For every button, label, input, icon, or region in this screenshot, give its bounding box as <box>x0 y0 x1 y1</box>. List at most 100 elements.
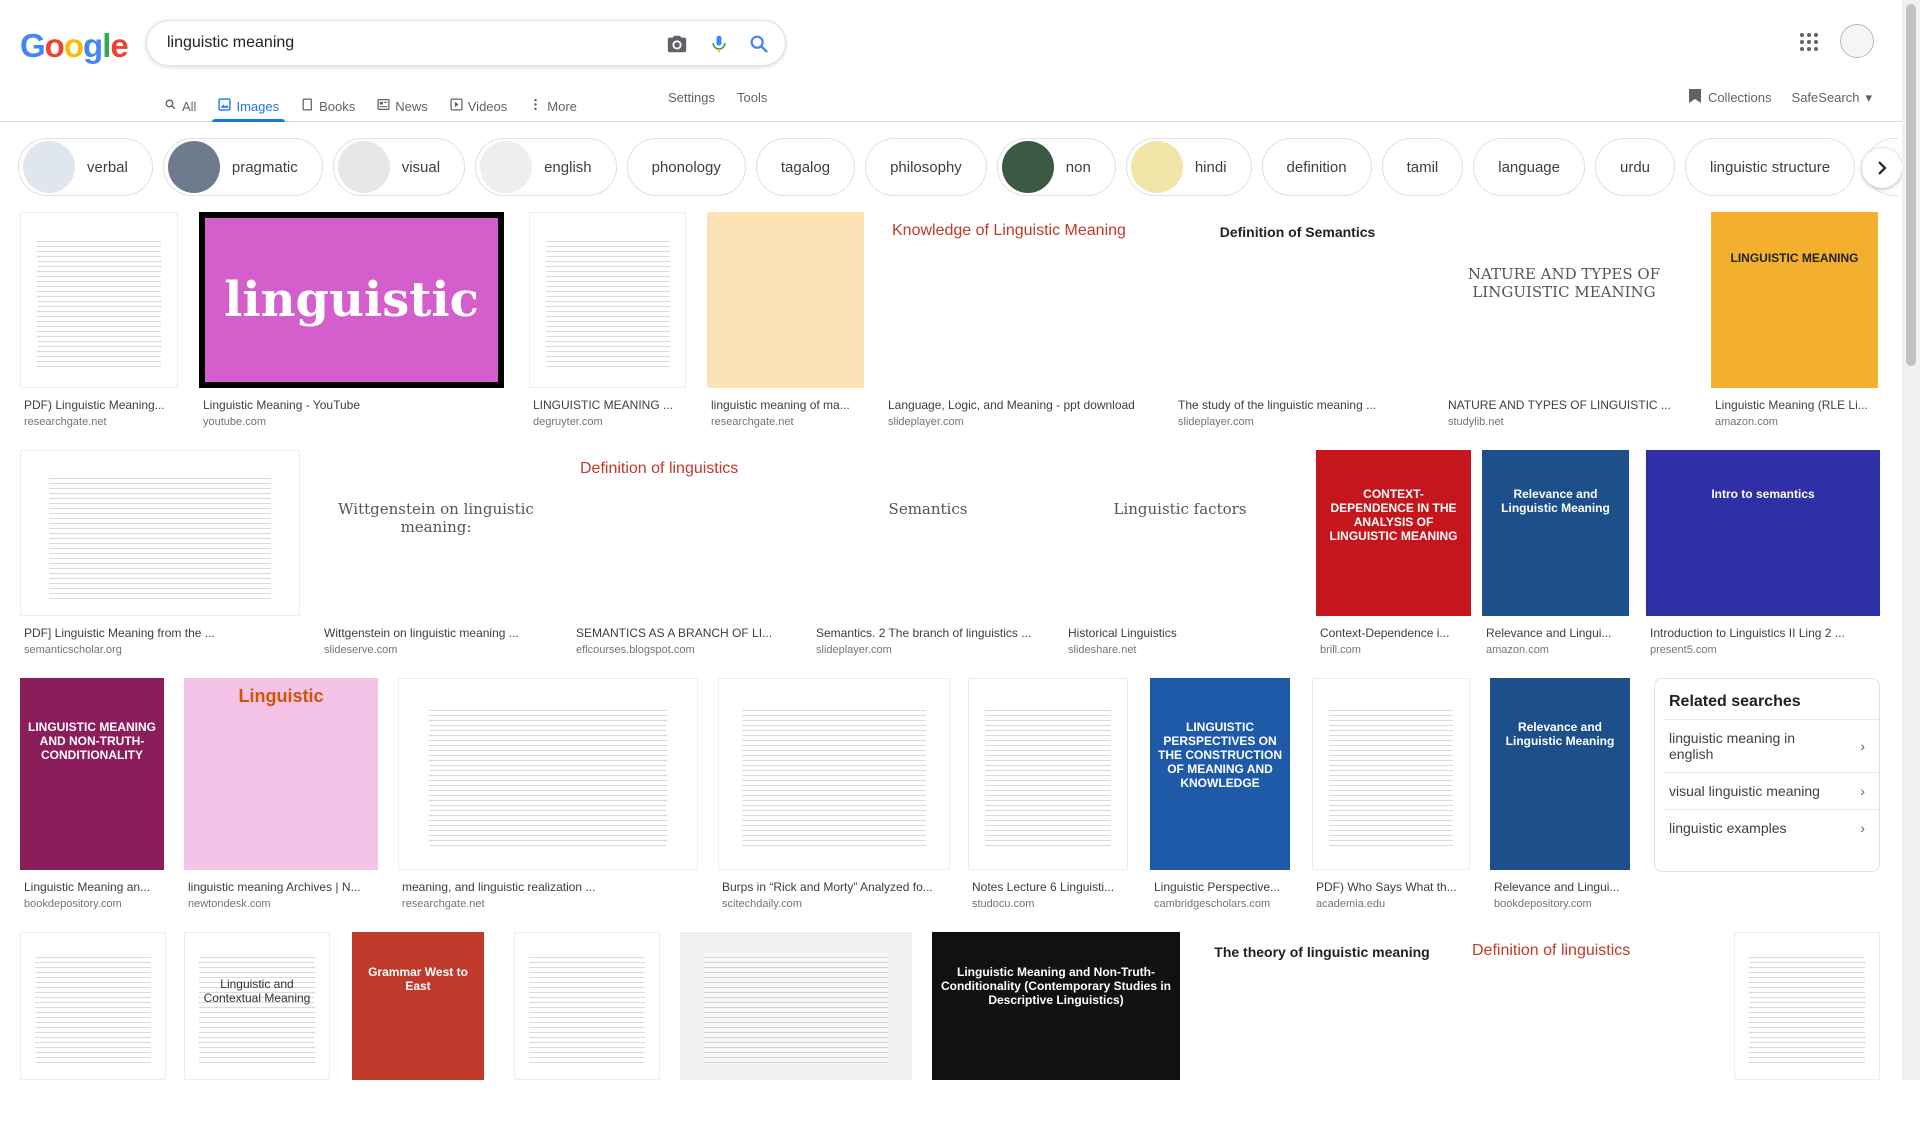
image-result[interactable]: The theory of linguistic meaning <box>1198 932 1446 1124</box>
result-thumbnail[interactable]: Linguistic <box>184 678 378 870</box>
scrollbar-thumb[interactable] <box>1906 4 1916 366</box>
apps-grid-icon[interactable] <box>1797 30 1821 54</box>
result-thumbnail[interactable] <box>529 212 686 388</box>
image-result[interactable]: Knowledge of Linguistic Meaning Language,… <box>884 212 1154 432</box>
result-thumbnail[interactable]: Relevance and Linguistic Meaning <box>1482 450 1629 616</box>
image-result[interactable]: LINGUISTIC MEANING Linguistic Meaning (RL… <box>1711 212 1878 432</box>
result-source[interactable]: researchgate.net <box>711 416 794 428</box>
chip-non[interactable]: non <box>996 138 1116 196</box>
safesearch-button[interactable]: SafeSearch ▾ <box>1792 88 1872 107</box>
result-thumbnail[interactable]: Relevance and Linguistic Meaning <box>1490 678 1630 870</box>
chip-language[interactable]: language <box>1473 138 1585 196</box>
result-thumbnail[interactable]: Linguistic and Contextual Meaning <box>184 932 330 1080</box>
result-title[interactable]: Linguistic Perspective... <box>1154 880 1290 894</box>
image-result[interactable]: Definition of linguistics <box>1464 932 1712 1124</box>
result-thumbnail[interactable]: LINGUISTIC MEANING <box>1711 212 1878 388</box>
result-title[interactable]: PDF) Linguistic Meaning... <box>24 398 178 412</box>
collections-button[interactable]: Collections <box>1688 88 1772 107</box>
result-source[interactable]: slideshare.net <box>1068 644 1137 656</box>
result-source[interactable]: bookdepository.com <box>24 898 122 910</box>
result-title[interactable]: Language, Logic, and Meaning - ppt downl… <box>888 398 1154 412</box>
result-source[interactable]: slideplayer.com <box>816 644 892 656</box>
result-title[interactable]: PDF] Linguistic Meaning from the ... <box>24 626 300 640</box>
image-result[interactable]: Definition of linguistics SEMANTICS AS A … <box>572 450 792 660</box>
result-thumbnail[interactable] <box>707 212 864 388</box>
result-thumbnail[interactable]: Definition of Semantics <box>1174 212 1421 388</box>
result-thumbnail[interactable]: Semantics <box>812 450 1044 616</box>
result-source[interactable]: cambridgescholars.com <box>1154 898 1270 910</box>
result-title[interactable]: Linguistic Meaning - YouTube <box>203 398 504 412</box>
result-thumbnail[interactable]: LINGUISTIC MEANING AND NON-TRUTH-CONDITI… <box>20 678 164 870</box>
result-source[interactable]: youtube.com <box>203 416 266 428</box>
chevron-right-icon[interactable] <box>1862 148 1902 188</box>
image-result[interactable]: Linguistic Meaning and Non-Truth-Conditi… <box>932 932 1180 1124</box>
account-avatar[interactable] <box>1840 24 1874 58</box>
result-title[interactable]: Historical Linguistics <box>1068 626 1296 640</box>
image-result[interactable]: CONTEXT-DEPENDENCE IN THE ANALYSIS OF LI… <box>1316 450 1471 660</box>
result-source[interactable]: amazon.com <box>1715 416 1778 428</box>
settings-link[interactable]: Settings <box>668 90 715 105</box>
chip-linguistic-structure[interactable]: linguistic structure <box>1685 138 1856 196</box>
chip-visual[interactable]: visual <box>332 138 466 196</box>
result-source[interactable]: bookdepository.com <box>1494 898 1592 910</box>
result-thumbnail[interactable]: Linguistic Meaning and Non-Truth-Conditi… <box>932 932 1180 1080</box>
result-title[interactable]: Burps in “Rick and Morty” Analyzed fo... <box>722 880 950 894</box>
result-source[interactable]: slideplayer.com <box>888 416 964 428</box>
chip-philosophy[interactable]: philosophy <box>865 138 987 196</box>
chip-english[interactable]: english <box>475 138 617 196</box>
result-title[interactable]: Introduction to Linguistics II Ling 2 ..… <box>1650 626 1880 640</box>
image-result[interactable] <box>514 932 660 1124</box>
image-result[interactable]: NATURE AND TYPES OF LINGUISTIC MEANING NA… <box>1444 212 1684 432</box>
image-result[interactable]: PDF) Linguistic Meaning... researchgate.n… <box>20 212 178 432</box>
chip-hindi[interactable]: hindi <box>1125 138 1252 196</box>
result-thumbnail[interactable] <box>398 678 698 870</box>
tab-all[interactable]: All <box>164 88 196 122</box>
result-source[interactable]: slideplayer.com <box>1178 416 1254 428</box>
result-thumbnail[interactable] <box>514 932 660 1080</box>
camera-icon[interactable] <box>665 32 689 56</box>
result-title[interactable]: linguistic meaning of ma... <box>711 398 864 412</box>
result-title[interactable]: Context-Dependence i... <box>1320 626 1471 640</box>
related-search-item[interactable]: linguistic meaning in english › <box>1663 719 1879 772</box>
result-thumbnail[interactable]: Definition of linguistics <box>572 450 792 616</box>
image-result[interactable]: Linguistic factors Historical Linguistics… <box>1064 450 1296 660</box>
result-title[interactable]: Linguistic Meaning an... <box>24 880 164 894</box>
chip-verbal[interactable]: verbal <box>18 138 153 196</box>
image-result[interactable]: Burps in “Rick and Morty” Analyzed fo...… <box>718 678 950 914</box>
scrollbar[interactable] <box>1902 0 1920 1080</box>
result-title[interactable]: Notes Lecture 6 Linguisti... <box>972 880 1128 894</box>
result-thumbnail[interactable]: Grammar West to East <box>352 932 484 1080</box>
result-title[interactable]: Relevance and Lingui... <box>1494 880 1630 894</box>
chip-tagalog[interactable]: tagalog <box>755 138 856 196</box>
result-source[interactable]: researchgate.net <box>24 416 107 428</box>
result-source[interactable]: degruyter.com <box>533 416 603 428</box>
result-thumbnail[interactable] <box>1734 932 1880 1080</box>
search-input[interactable] <box>167 31 647 55</box>
image-result[interactable]: PDF) Who Says What th... academia.edu <box>1312 678 1470 914</box>
image-result[interactable]: linguistic meaning of ma... researchgate.… <box>707 212 864 432</box>
microphone-icon[interactable] <box>707 32 731 56</box>
image-result[interactable]: PDF] Linguistic Meaning from the ... sema… <box>20 450 300 660</box>
result-thumbnail[interactable] <box>680 932 912 1080</box>
tab-images[interactable]: Images <box>212 88 285 122</box>
result-title[interactable]: PDF) Who Says What th... <box>1316 880 1470 894</box>
result-thumbnail[interactable]: Knowledge of Linguistic Meaning <box>884 212 1154 388</box>
image-result[interactable]: LINGUISTIC MEANING AND NON-TRUTH-CONDITI… <box>20 678 164 914</box>
result-source[interactable]: semanticscholar.org <box>24 644 122 656</box>
result-source[interactable]: studylib.net <box>1448 416 1504 428</box>
result-thumbnail[interactable] <box>718 678 950 870</box>
result-thumbnail[interactable]: Definition of linguistics <box>1464 932 1712 1080</box>
related-search-item[interactable]: linguistic examples › <box>1663 809 1879 846</box>
image-result[interactable]: Linguistic linguistic meaning Archives | … <box>184 678 378 914</box>
result-title[interactable]: linguistic meaning Archives | N... <box>188 880 378 894</box>
image-result[interactable]: Definition of Semantics The study of the … <box>1174 212 1421 432</box>
result-thumbnail[interactable]: Intro to semantics <box>1646 450 1880 616</box>
result-thumbnail[interactable] <box>20 450 300 616</box>
google-logo[interactable]: Google <box>20 27 129 65</box>
image-result[interactable]: Wittgenstein on linguistic meaning: Wittg… <box>320 450 552 660</box>
result-thumbnail[interactable]: The theory of linguistic meaning <box>1198 932 1446 1080</box>
result-title[interactable]: meaning, and linguistic realization ... <box>402 880 698 894</box>
result-thumbnail[interactable]: CONTEXT-DEPENDENCE IN THE ANALYSIS OF LI… <box>1316 450 1471 616</box>
result-source[interactable]: studocu.com <box>972 898 1034 910</box>
chip-phonology[interactable]: phonology <box>626 138 746 196</box>
